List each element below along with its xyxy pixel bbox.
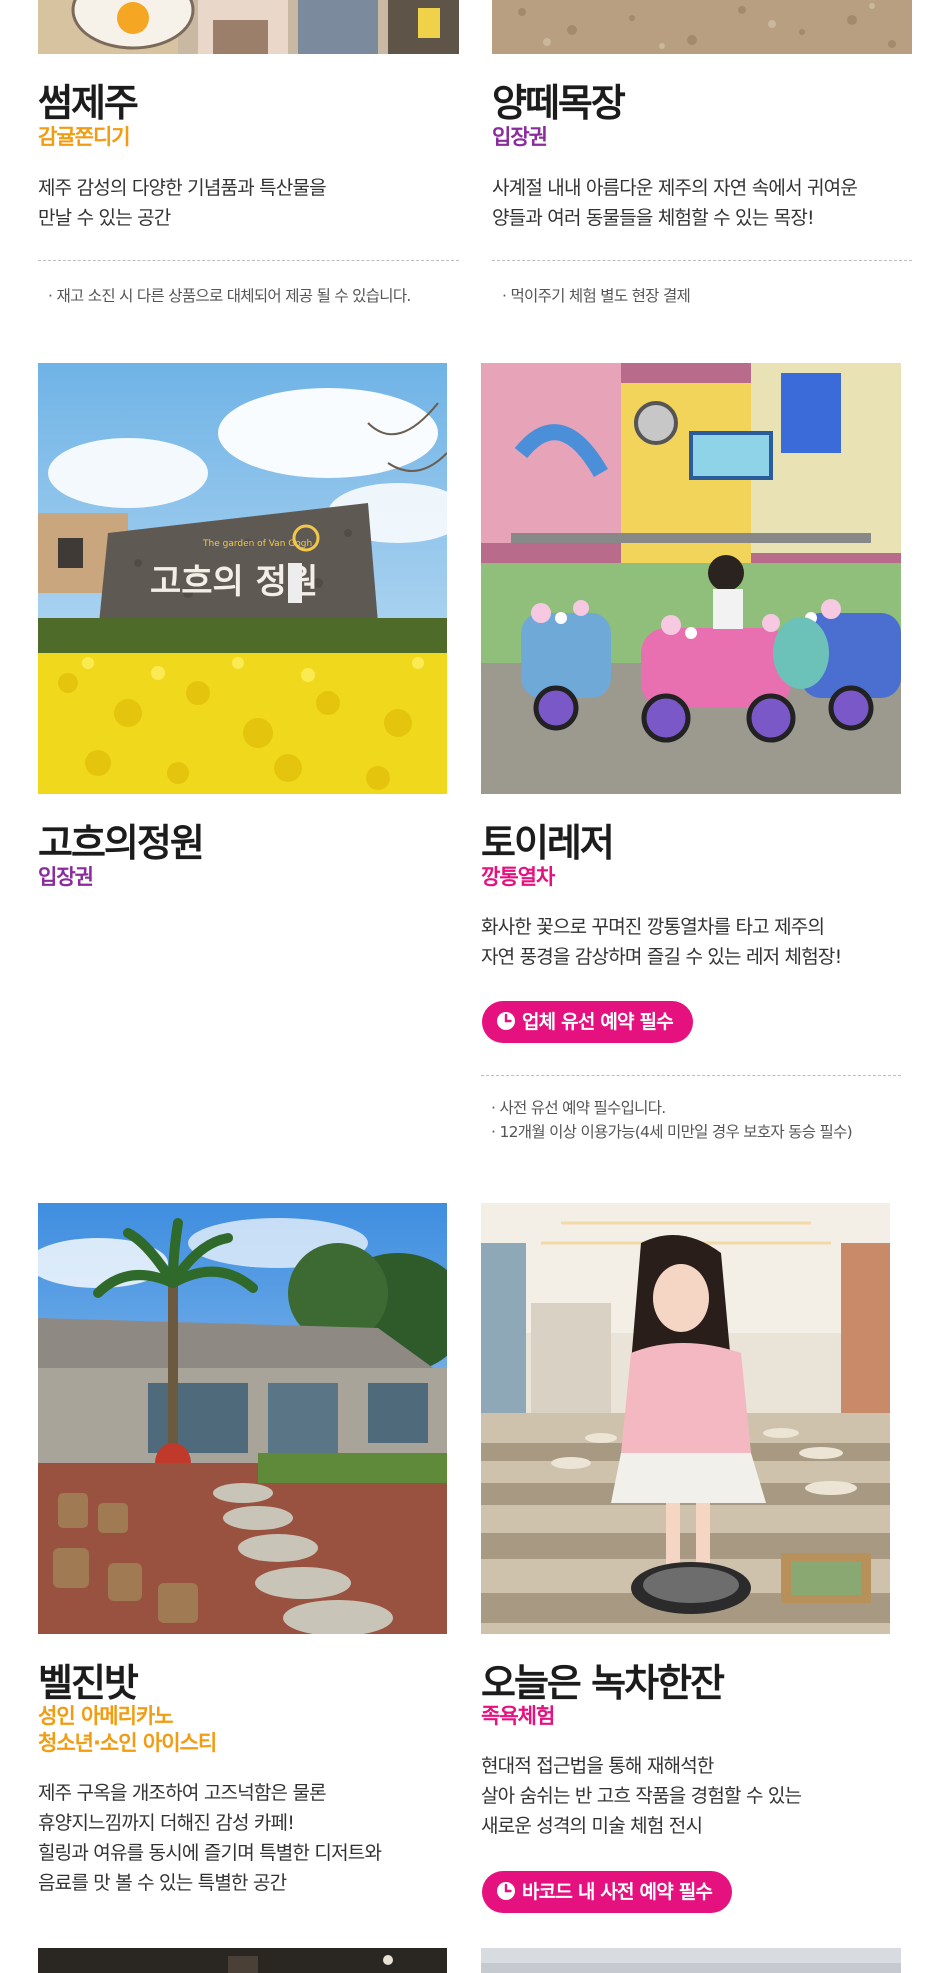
card-title: 고흐의정원 xyxy=(38,821,205,865)
sheep-ranch-photo xyxy=(492,0,912,54)
card-subtitle: 입장권 xyxy=(38,865,94,889)
clock-icon xyxy=(496,1874,516,1900)
barcode-reservation-required-button[interactable]: 바코드 내 사전 예약 필수 xyxy=(482,1871,733,1913)
card-subtitle: 성인 아메리카노 청소년·소인 아이스티 xyxy=(38,1704,217,1755)
next-card-photo-left xyxy=(38,1948,447,1973)
card-title: 양떼목장 xyxy=(492,81,626,125)
divider xyxy=(38,260,459,261)
card-description: 제주 구옥을 개조하여 고즈넉함은 물론 휴양지느낌까지 더해진 감성 카페! … xyxy=(38,1782,382,1894)
divider xyxy=(481,1075,901,1076)
toy-train-photo xyxy=(481,363,901,794)
card-subtitle: 족욕체험 xyxy=(481,1704,555,1728)
some-jeju-photo xyxy=(38,0,459,54)
garden-photo: 고흐의 정원 The garden of Van Gogh xyxy=(38,363,447,794)
card-subtitle: 감귤쫀디기 xyxy=(38,125,131,149)
button-label: 업체 유선 예약 필수 xyxy=(522,1011,674,1033)
card-note: · 먹이주기 체험 별도 현장 결제 xyxy=(502,287,691,305)
cafe-garden-photo xyxy=(38,1203,447,1634)
divider xyxy=(492,260,912,261)
card-description: 사계절 내내 아름다운 제주의 자연 속에서 귀여운 양들과 여러 동물들을 체… xyxy=(492,177,858,229)
card-description: 제주 감성의 다양한 기념품과 특산물을 만날 수 있는 공간 xyxy=(38,177,327,229)
card-title: 벨진밧 xyxy=(38,1661,139,1705)
footbath-photo xyxy=(481,1203,890,1634)
phone-reservation-required-button[interactable]: 업체 유선 예약 필수 xyxy=(482,1001,693,1043)
card-notes: · 사전 유선 예약 필수입니다. · 12개월 이상 이용가능(4세 미만일 … xyxy=(491,1099,853,1141)
next-card-photo-right xyxy=(481,1948,901,1973)
card-title: 썸제주 xyxy=(38,81,139,125)
card-note: · 재고 소진 시 다른 상품으로 대체되어 제공 될 수 있습니다. xyxy=(48,287,411,305)
card-title: 토이레저 xyxy=(481,821,615,865)
clock-icon xyxy=(496,1004,516,1030)
card-description: 현대적 접근법을 통해 재해석한 살아 숨쉬는 반 고흐 작품을 경험할 수 있… xyxy=(481,1755,802,1837)
card-subtitle: 깡통열차 xyxy=(481,865,555,889)
card-title: 오늘은 녹차한잔 xyxy=(481,1661,725,1705)
card-description: 화사한 꽃으로 꾸며진 깡통열차를 타고 제주의 자연 풍경을 감상하며 즐길 … xyxy=(481,916,842,968)
card-subtitle: 입장권 xyxy=(492,125,548,149)
button-label: 바코드 내 사전 예약 필수 xyxy=(522,1881,713,1903)
